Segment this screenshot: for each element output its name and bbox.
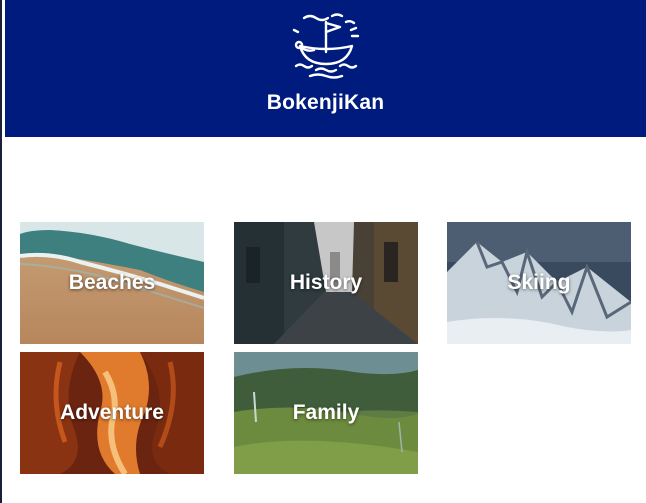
category-label: Adventure <box>60 401 164 424</box>
category-tile-family[interactable]: Family <box>234 352 418 474</box>
category-label: Skiing <box>507 271 571 294</box>
boat-flag-logo-icon[interactable] <box>288 8 364 84</box>
category-label: History <box>289 271 363 294</box>
site-header: BokenjiKan <box>5 0 646 137</box>
brand-title[interactable]: BokenjiKan <box>267 91 385 115</box>
category-tile-skiing[interactable]: Skiing <box>447 222 631 344</box>
category-tile-beaches[interactable]: Beaches <box>20 222 204 344</box>
category-label: Beaches <box>68 271 156 294</box>
category-tile-adventure[interactable]: Adventure <box>20 352 204 474</box>
category-label: Family <box>292 401 360 424</box>
category-tile-history[interactable]: History <box>234 222 418 344</box>
